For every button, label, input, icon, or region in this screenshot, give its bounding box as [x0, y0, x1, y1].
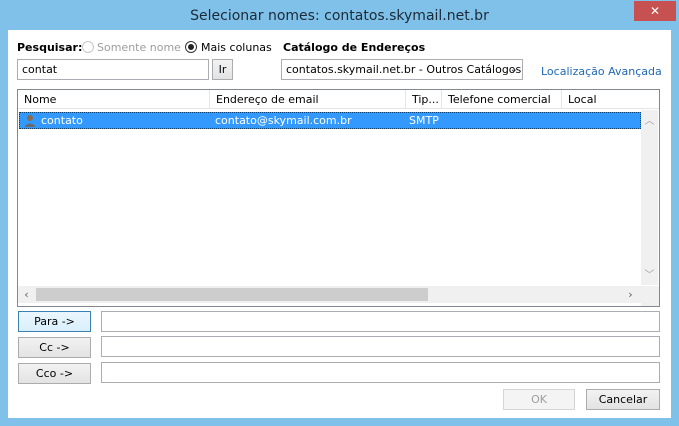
bcc-field[interactable]	[101, 362, 660, 383]
address-book-select[interactable]: contatos.skymail.net.br - Outros Catálog…	[281, 59, 523, 80]
cc-field[interactable]	[101, 336, 660, 357]
chevron-down-icon: ⌄	[509, 64, 518, 75]
radio-name-only-label[interactable]: Somente nome	[97, 41, 181, 54]
dialog-body: Pesquisar: Somente nome Mais colunas con…	[8, 30, 671, 418]
scroll-corner	[641, 286, 659, 306]
cancel-button[interactable]: Cancelar	[586, 389, 660, 410]
bcc-button[interactable]: Cco ->	[18, 363, 91, 384]
radio-name-only[interactable]	[82, 41, 94, 53]
row-type: SMTP	[409, 114, 439, 127]
contacts-list[interactable]: Nome Endereço de email Tip... Telefone c…	[17, 89, 660, 307]
cc-button[interactable]: Cc ->	[18, 337, 91, 358]
person-icon	[25, 115, 35, 127]
row-name: contato	[41, 114, 83, 127]
advanced-find-link[interactable]: Localização Avançada	[541, 65, 662, 78]
radio-more-columns[interactable]	[185, 41, 197, 53]
row-email: contato@skymail.com.br	[215, 114, 352, 127]
chevron-down-icon[interactable]: ﹀	[641, 266, 658, 281]
ok-button[interactable]: OK	[503, 389, 575, 410]
chevron-up-icon[interactable]: ︿	[641, 112, 658, 127]
title-bar[interactable]: Selecionar nomes: contatos.skymail.net.b…	[0, 0, 679, 30]
column-phone[interactable]: Telefone comercial	[442, 90, 562, 109]
address-book-label: Catálogo de Endereços	[283, 41, 426, 54]
go-button[interactable]: Ir	[212, 59, 233, 80]
search-input[interactable]: contat	[17, 59, 209, 80]
search-label: Pesquisar:	[17, 41, 83, 54]
column-name[interactable]: Nome	[18, 90, 210, 109]
window-title: Selecionar nomes: contatos.skymail.net.b…	[190, 8, 489, 24]
to-field[interactable]	[101, 311, 660, 332]
chevron-right-icon[interactable]: ›	[622, 286, 639, 303]
column-location[interactable]: Local	[562, 90, 659, 109]
radio-more-columns-label[interactable]: Mais colunas	[201, 41, 272, 54]
list-header: Nome Endereço de email Tip... Telefone c…	[18, 90, 659, 109]
dialog-window: Selecionar nomes: contatos.skymail.net.b…	[0, 0, 679, 426]
horizontal-scroll-thumb[interactable]	[36, 288, 428, 301]
horizontal-scrollbar[interactable]: ‹ ›	[18, 286, 641, 303]
column-type[interactable]: Tip...	[406, 90, 442, 109]
close-button[interactable]: ✕	[634, 1, 676, 21]
to-button[interactable]: Para ->	[18, 311, 91, 332]
chevron-left-icon[interactable]: ‹	[18, 286, 35, 303]
address-book-value: contatos.skymail.net.br - Outros Catálog…	[286, 63, 522, 76]
column-email[interactable]: Endereço de email	[210, 90, 406, 109]
table-row[interactable]: contato contato@skymail.com.br SMTP	[19, 112, 641, 129]
vertical-scrollbar[interactable]: ︿ ﹀	[641, 110, 658, 285]
close-icon: ✕	[649, 4, 661, 18]
